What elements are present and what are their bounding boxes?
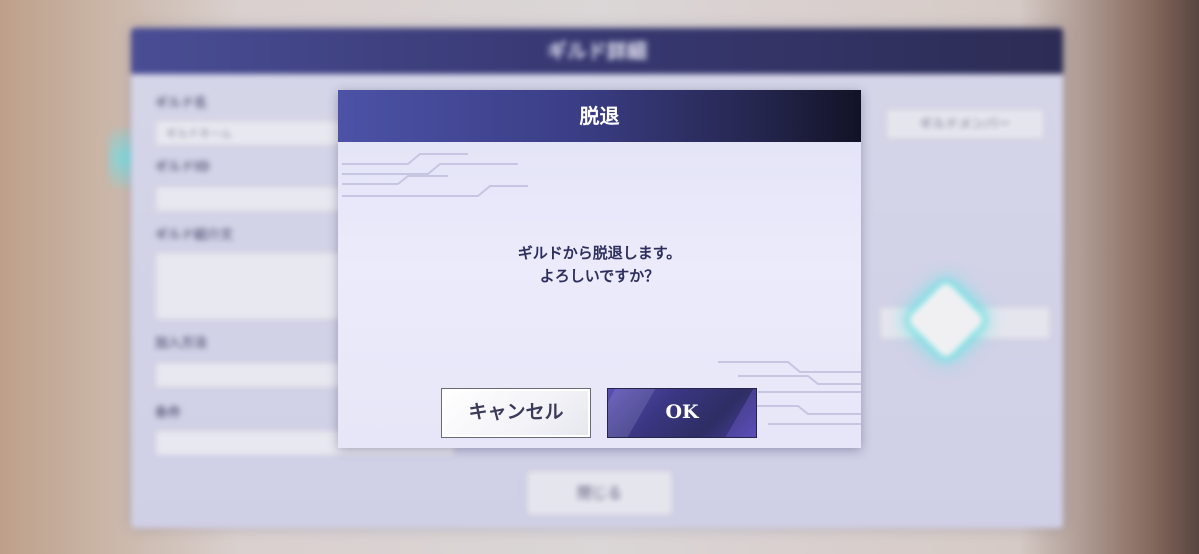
ok-button[interactable]: OK xyxy=(607,388,757,438)
dialog-message: ギルドから脱退します。 よろしいですか？ xyxy=(338,242,861,288)
circuit-decoration-top-left xyxy=(342,153,528,197)
dialog-title: 脱退 xyxy=(338,90,861,142)
message-line-1: ギルドから脱退します。 xyxy=(517,244,682,262)
cancel-button[interactable]: キャンセル xyxy=(441,388,591,438)
ok-button-shine xyxy=(608,389,656,437)
ok-button-label: OK xyxy=(665,401,699,423)
message-line-2: よろしいですか？ xyxy=(539,267,660,285)
leave-guild-dialog: 脱退 ギルドから脱退します。 よろしいですか？ キャンセル OK xyxy=(338,90,861,448)
ok-button-shine-right xyxy=(718,389,756,437)
